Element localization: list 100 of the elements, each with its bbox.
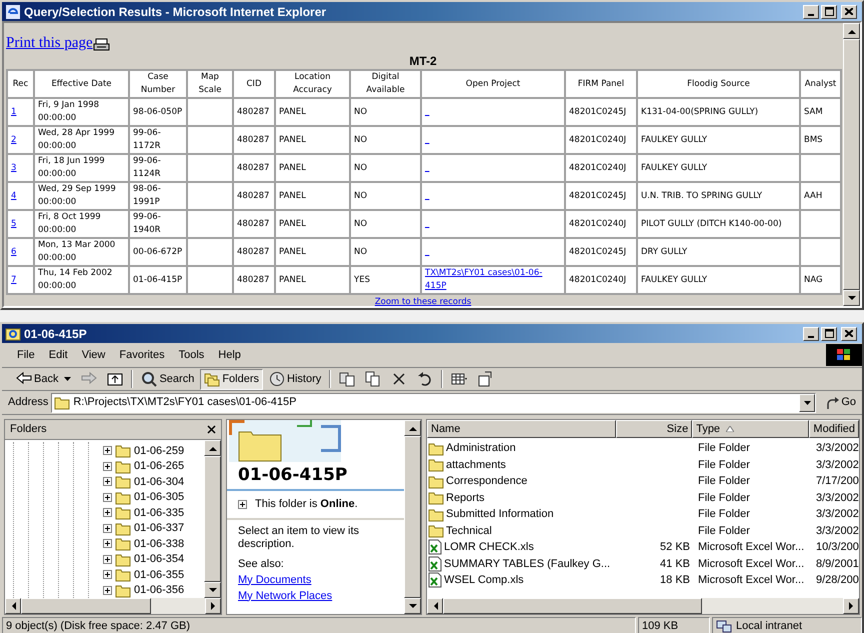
file-name[interactable]: SUMMARY TABLES (Faulkey G...: [444, 556, 610, 572]
back-button[interactable]: Back: [12, 368, 76, 390]
menu-item[interactable]: Edit: [42, 346, 75, 364]
minimize-icon: [808, 14, 814, 16]
file-name[interactable]: Technical: [446, 522, 492, 539]
horizontal-scrollbar[interactable]: [5, 598, 221, 614]
print-link[interactable]: Print this page: [6, 35, 93, 52]
tree-item[interactable]: 01-06-355: [134, 566, 184, 583]
expand-plus-icon: [238, 500, 247, 509]
minimize-button[interactable]: [803, 4, 819, 18]
column-header[interactable]: Name: [427, 420, 616, 438]
maximize-icon: [824, 7, 834, 16]
file-date: 3/3/2002: [816, 458, 859, 470]
file-name[interactable]: LOMR CHECK.xls: [444, 539, 534, 556]
folder-icon: [428, 440, 444, 456]
history-button[interactable]: History: [265, 368, 326, 390]
table-cell: NO: [354, 162, 368, 172]
maximize-icon: [824, 329, 834, 338]
folders-button[interactable]: Folders: [200, 368, 264, 390]
tree-item[interactable]: 01-06-337: [134, 520, 184, 536]
zoom-link[interactable]: Zoom to these records: [374, 296, 472, 309]
tree-item[interactable]: 01-06-265: [134, 458, 184, 474]
tree-item[interactable]: 01-06-354: [134, 551, 184, 568]
vertical-scrollbar[interactable]: [204, 440, 221, 598]
menu-item[interactable]: File: [10, 346, 42, 364]
file-name[interactable]: Reports: [446, 490, 485, 506]
file-date: 3/3/2002: [816, 442, 859, 454]
close-pane-button[interactable]: [207, 425, 216, 434]
sort-arrow-icon: [726, 426, 734, 432]
table-cell: Mon, 13 Mar 2000 00:00:00: [38, 240, 116, 263]
maximize-button[interactable]: [821, 4, 837, 18]
file-date: 10/3/200: [816, 541, 859, 553]
go-button[interactable]: Go: [819, 392, 862, 412]
menu-item[interactable]: Favorites: [112, 346, 172, 364]
expand-plus-icon: [103, 524, 112, 533]
minimize-button[interactable]: [803, 326, 819, 340]
table-cell: NO: [354, 134, 368, 144]
search-button[interactable]: Search: [137, 368, 198, 390]
column-header[interactable]: Size: [616, 420, 692, 438]
file-name[interactable]: WSEL Comp.xls: [444, 572, 524, 588]
menu-item[interactable]: Help: [211, 346, 248, 364]
delete-icon: [391, 371, 408, 387]
expand-plus-icon: [103, 570, 112, 580]
column-header[interactable]: Modified: [809, 420, 859, 438]
column-header[interactable]: Type: [692, 420, 810, 438]
file-name[interactable]: Administration: [446, 440, 516, 456]
folder-icon: [115, 443, 131, 458]
file-type: Microsoft Excel Wor...: [698, 574, 804, 586]
column-header: CID: [233, 70, 275, 98]
tree-item[interactable]: 01-06-356: [134, 582, 184, 598]
file-name[interactable]: Submitted Information: [446, 506, 554, 522]
properties-icon: [477, 371, 494, 387]
table-cell: 98-06-1991P: [133, 184, 161, 207]
column-header: Case Number: [129, 70, 187, 98]
table-cell: 48201C0245J: [569, 190, 626, 200]
folder-icon: [115, 552, 131, 567]
table-cell: 01-06-415P: [133, 274, 182, 284]
address-field[interactable]: R:\Projects\TX\MT2s\FY01 cases\01-06-415P: [51, 392, 816, 412]
table-cell: SAM: [804, 106, 823, 116]
horizontal-scrollbar[interactable]: [427, 598, 859, 614]
tree-item[interactable]: 01-06-259: [134, 442, 184, 459]
table-cell: 48201C0240J: [569, 274, 626, 284]
undo-icon: [417, 371, 434, 387]
table-cell: FAULKEY GULLY: [641, 274, 708, 284]
tree-item[interactable]: 01-06-338: [134, 536, 184, 552]
table-cell: U.N. TRIB. TO SPRING GULLY: [641, 190, 762, 200]
file-type: Microsoft Excel Wor...: [698, 558, 804, 570]
see-also-link[interactable]: My Documents: [238, 574, 312, 586]
file-type: File Folder: [698, 442, 750, 454]
column-header: Effective Date: [34, 70, 129, 98]
copy-to-icon: [365, 371, 382, 387]
vertical-scrollbar[interactable]: [404, 420, 421, 614]
column-header: FIRM Panel: [565, 70, 637, 98]
close-button[interactable]: [841, 326, 857, 340]
table-cell: 480287: [237, 162, 270, 172]
tree-item[interactable]: 01-06-305: [134, 489, 184, 506]
tree-item[interactable]: 01-06-304: [134, 474, 184, 490]
folder-icon: [115, 567, 131, 582]
file-name[interactable]: Correspondence: [446, 473, 528, 490]
file-size: 41 KB: [660, 558, 690, 570]
close-button[interactable]: [841, 4, 857, 18]
menu-item[interactable]: Tools: [172, 346, 212, 364]
see-also-link[interactable]: My Network Places: [238, 590, 332, 602]
table-cell: NO: [354, 190, 368, 200]
file-type: File Folder: [698, 475, 750, 487]
file-name[interactable]: attachments: [446, 456, 506, 473]
menu-item[interactable]: View: [74, 346, 112, 364]
flag-logo-icon: [837, 349, 851, 361]
views-grid-icon: [451, 371, 468, 387]
table-cell: 99-06-1172R: [133, 128, 161, 151]
maximize-button[interactable]: [821, 326, 837, 340]
table-cell: FAULKEY GULLY: [641, 162, 708, 172]
table-cell: 480287: [237, 246, 270, 256]
scroll-down-icon: [848, 296, 856, 300]
tree-item[interactable]: 01-06-335: [134, 504, 184, 521]
table-cell: Fri, 9 Jan 1998 00:00:00: [38, 100, 100, 123]
table-cell: 480287: [237, 218, 270, 228]
vertical-scrollbar[interactable]: [843, 23, 860, 306]
expand-plus-icon: [103, 446, 112, 456]
table-cell: PANEL: [279, 218, 306, 228]
